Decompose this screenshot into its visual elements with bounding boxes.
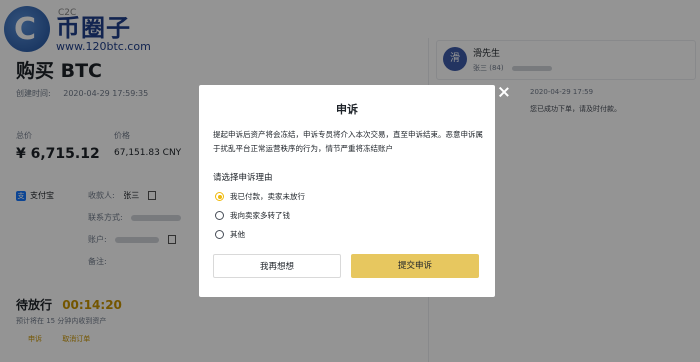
reason-label: 请选择申诉理由 (213, 173, 273, 183)
dialog-description: 提起申诉后资产将会冻结，申诉专员将介入本次交易，直至申诉结束。恶意申诉属于扰乱平… (213, 130, 483, 153)
dialog-title: 申诉 (336, 103, 358, 116)
radio-icon[interactable] (215, 230, 224, 239)
submit-appeal-button[interactable]: 提交申诉 (351, 254, 479, 278)
reason-option-label: 我向卖家多转了钱 (230, 211, 290, 220)
radio-icon[interactable] (215, 211, 224, 220)
reason-option-label: 其他 (230, 230, 245, 239)
reason-option-label: 我已付款，卖家未放行 (230, 192, 305, 201)
reconsider-button[interactable]: 我再想想 (213, 254, 341, 278)
reason-option-paid-not-released[interactable]: 我已付款，卖家未放行 (215, 191, 305, 202)
close-icon[interactable] (498, 86, 510, 98)
radio-selected-icon[interactable] (215, 192, 224, 201)
reason-option-other[interactable]: 其他 (215, 229, 245, 240)
appeal-dialog: 申诉 提起申诉后资产将会冻结，申诉专员将介入本次交易，直至申诉结束。恶意申诉属于… (199, 85, 495, 297)
reason-option-overpaid[interactable]: 我向卖家多转了钱 (215, 210, 290, 221)
